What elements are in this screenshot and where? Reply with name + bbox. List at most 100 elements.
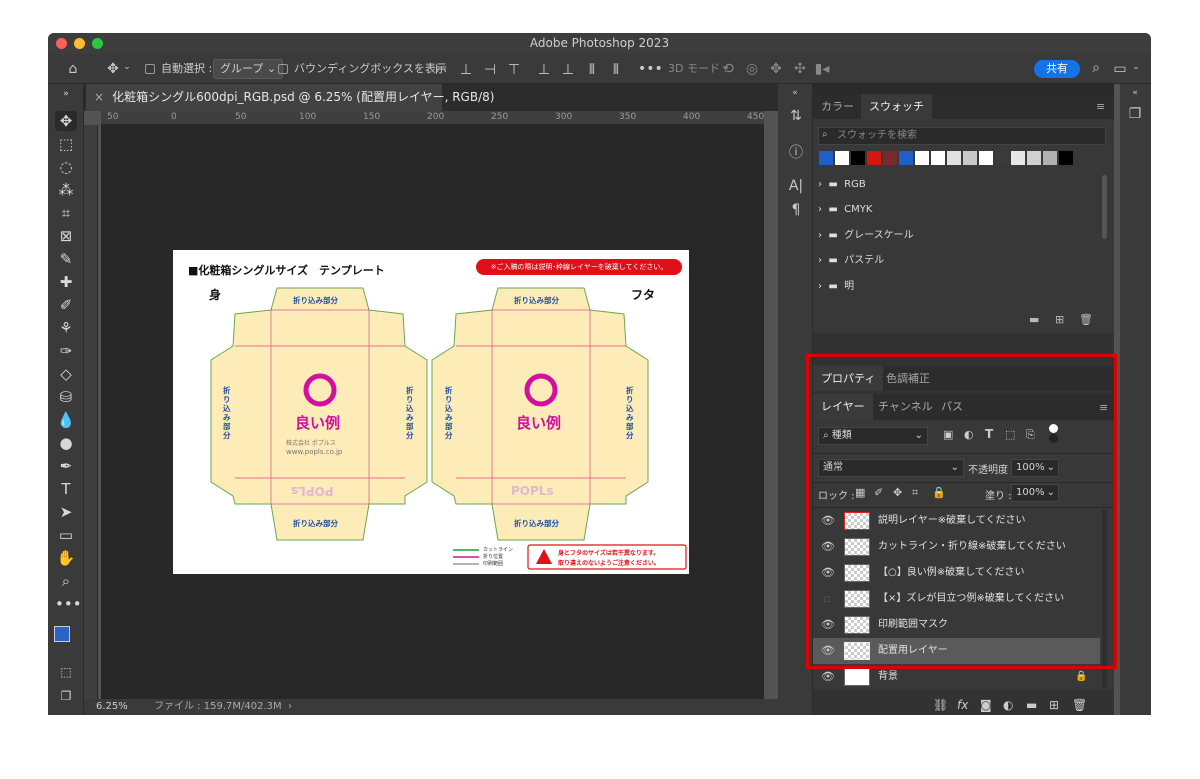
link-layers-icon[interactable]: ⛓ xyxy=(933,698,948,712)
document-tab[interactable]: × 化粧箱シングル600dpi_RGB.psd @ 6.25% (配置用レイヤー,… xyxy=(86,84,494,111)
expand-panels-icon[interactable]: « xyxy=(788,88,802,98)
swatch-folder[interactable]: › ▬ グレースケール xyxy=(818,225,914,247)
marquee-tool[interactable]: ⬚ xyxy=(55,134,77,154)
swatch[interactable] xyxy=(851,151,865,165)
panel-menu-icon[interactable]: ≡ xyxy=(1096,100,1105,113)
swatch[interactable] xyxy=(947,151,961,165)
zoom-level[interactable]: 6.25% xyxy=(96,699,128,715)
camera-3d-icon[interactable]: ▮◂ xyxy=(814,61,830,77)
swatch-folder[interactable]: › ▬ パステル xyxy=(818,250,884,272)
eraser-tool[interactable]: ◇ xyxy=(55,364,77,384)
swatch[interactable] xyxy=(883,151,897,165)
swatches-scrollbar[interactable] xyxy=(1102,175,1107,239)
close-window-button[interactable] xyxy=(56,38,67,49)
trash-icon[interactable]: 🗑 xyxy=(1072,698,1087,712)
swatch[interactable] xyxy=(867,151,881,165)
swatch-folder[interactable]: › ▬ CMYK xyxy=(818,199,872,221)
align-top-icon[interactable]: ⊤ xyxy=(506,62,522,78)
tab-color[interactable]: カラー xyxy=(813,94,862,119)
swatch[interactable] xyxy=(979,151,993,165)
close-tab-icon[interactable]: × xyxy=(94,90,104,104)
path-selection-tool[interactable]: ➤ xyxy=(55,502,77,522)
info-icon[interactable]: ⓘ xyxy=(787,142,805,162)
swatch[interactable] xyxy=(915,151,929,165)
new-layer-icon[interactable]: ⊞ xyxy=(1049,698,1059,712)
swatch-folder[interactable]: › ▬ RGB xyxy=(818,174,866,196)
align-center-v-icon[interactable]: ⊥ xyxy=(536,62,552,78)
tab-swatches[interactable]: スウォッチ xyxy=(861,94,932,119)
history-brush-tool[interactable]: ✑ xyxy=(55,341,77,361)
align-left-icon[interactable]: ⊢ xyxy=(433,62,449,78)
brush-tool[interactable]: ✐ xyxy=(55,295,77,315)
zoom-tool[interactable]: ⌕ xyxy=(55,571,77,591)
distribute-v-icon[interactable]: ⫴ xyxy=(608,62,624,78)
align-right-icon[interactable]: ⊣ xyxy=(482,62,498,78)
auto-select-target-dropdown[interactable]: グループ ⌄ xyxy=(213,54,284,84)
zoom-window-button[interactable] xyxy=(92,38,103,49)
align-center-h-icon[interactable]: ⊥ xyxy=(458,62,474,78)
dodge-tool[interactable]: ● xyxy=(55,433,77,453)
minimize-window-button[interactable] xyxy=(74,38,85,49)
swatch-folder[interactable]: › ▬ 明 xyxy=(818,276,854,298)
trash-icon[interactable]: 🗑 xyxy=(1079,313,1093,326)
home-icon[interactable]: ⌂ xyxy=(64,61,82,77)
swatch[interactable] xyxy=(819,151,833,165)
search-icon[interactable]: ⌕ xyxy=(1088,60,1104,76)
hand-tool[interactable]: ✋ xyxy=(55,548,77,568)
more-options-icon[interactable]: ••• xyxy=(638,61,663,77)
frame-tool[interactable]: ⊠ xyxy=(55,226,77,246)
swatch[interactable] xyxy=(931,151,945,165)
align-bottom-icon[interactable]: ⊥ xyxy=(560,62,576,78)
new-group-icon[interactable]: ▬ xyxy=(1026,698,1037,712)
workspace-icon[interactable]: ▭ xyxy=(1112,61,1128,77)
drag-3d-icon[interactable]: ✥ xyxy=(768,61,784,77)
blur-tool[interactable]: 💧 xyxy=(55,410,77,430)
more-tools-icon[interactable]: ••• xyxy=(55,594,82,614)
swatch[interactable] xyxy=(1027,151,1041,165)
history-icon[interactable]: ⇅ xyxy=(787,108,805,124)
swatch[interactable] xyxy=(1059,151,1073,165)
orbit-3d-icon[interactable]: ⟲ xyxy=(720,61,736,77)
quick-mask-icon[interactable]: ⬚ xyxy=(55,662,77,682)
swatch-search-input[interactable]: スウォッチを検索 xyxy=(818,127,1106,145)
expand-panels-icon[interactable]: « xyxy=(1128,88,1142,98)
paint-bucket-tool[interactable]: ⛁ xyxy=(55,387,77,407)
swatch[interactable] xyxy=(995,151,1009,165)
healing-brush-tool[interactable]: ✚ xyxy=(55,272,77,292)
swatch[interactable] xyxy=(835,151,849,165)
new-swatch-icon[interactable]: ⊞ xyxy=(1055,313,1064,326)
collapse-tools-icon[interactable]: » xyxy=(55,88,77,100)
new-group-icon[interactable]: ▬ xyxy=(1029,313,1039,326)
adjustment-layer-icon[interactable]: ◐ xyxy=(1003,698,1013,712)
rectangle-tool[interactable]: ▭ xyxy=(55,525,77,545)
chevron-right-icon[interactable]: › xyxy=(288,699,292,715)
clone-stamp-tool[interactable]: ⚘ xyxy=(55,318,77,338)
add-mask-icon[interactable]: ◙ xyxy=(980,698,992,712)
swatch[interactable] xyxy=(963,151,977,165)
swatch[interactable] xyxy=(1043,151,1057,165)
screen-mode-icon[interactable]: ❐ xyxy=(55,686,77,706)
swatch[interactable] xyxy=(1011,151,1025,165)
fx-icon[interactable]: fx xyxy=(957,698,968,712)
foreground-color[interactable] xyxy=(54,626,70,642)
chevron-down-icon[interactable]: ⌄ xyxy=(1130,62,1142,72)
roll-3d-icon[interactable]: ◎ xyxy=(744,61,760,77)
pen-tool[interactable]: ✒ xyxy=(55,456,77,476)
slide-3d-icon[interactable]: ✣ xyxy=(792,61,808,77)
libraries-icon[interactable]: ❐ xyxy=(1126,106,1144,122)
swatch[interactable] xyxy=(899,151,913,165)
auto-select-checkbox[interactable]: 自動選択 : xyxy=(145,54,212,84)
share-button[interactable]: 共有 xyxy=(1034,60,1080,78)
color-swatches[interactable] xyxy=(54,626,80,656)
move-tool-icon[interactable]: ✥ xyxy=(102,61,124,77)
character-icon[interactable]: A| xyxy=(787,178,805,194)
chevron-down-icon[interactable]: ⌄ xyxy=(122,62,132,72)
lasso-tool[interactable]: ◌ xyxy=(55,157,77,177)
magic-wand-tool[interactable]: ⁂ xyxy=(55,180,77,200)
type-tool[interactable]: T xyxy=(55,479,77,499)
paragraph-icon[interactable]: ¶ xyxy=(787,202,805,218)
distribute-icon[interactable]: ⫴ xyxy=(584,62,600,78)
crop-tool[interactable]: ⌗ xyxy=(55,203,77,223)
eyedropper-tool[interactable]: ✎ xyxy=(55,249,77,269)
move-tool[interactable]: ✥ xyxy=(55,111,77,131)
